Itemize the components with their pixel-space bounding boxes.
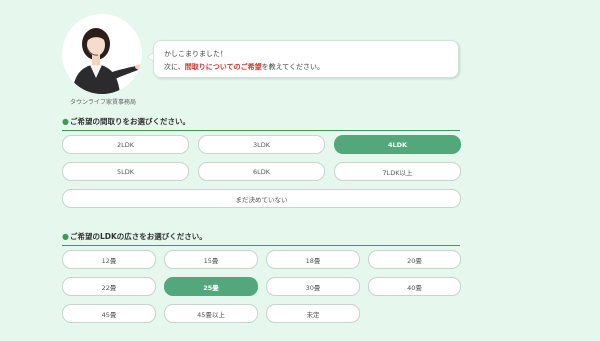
speech-bubble: かしこまりました！ 次に、間取りについてのご希望を教えてください。 — [153, 40, 459, 78]
layout-option-3ldk[interactable]: 3LDK — [198, 135, 325, 154]
size-option-12[interactable]: 12畳 — [62, 250, 156, 269]
agent-caption: タウンライフ家賃事務局 — [69, 99, 136, 106]
pin-icon: ● — [62, 232, 69, 241]
layout-option-5ldk[interactable]: 5LDK — [62, 162, 189, 181]
message-prefix: 次に、 — [164, 63, 185, 71]
size-section-title-text: ご希望のLDKの広さをお選びください。 — [69, 232, 207, 241]
layout-option-4ldk[interactable]: 4LDK — [334, 135, 461, 154]
agent-avatar — [62, 14, 142, 94]
message-suffix: を教えてください。 — [261, 63, 325, 71]
message-line-2: 次に、間取りについてのご希望を教えてください。 — [164, 61, 458, 74]
pin-icon: ● — [62, 117, 69, 126]
size-option-18[interactable]: 18畳 — [266, 250, 360, 269]
layout-section-title-text: ご希望の間取りをお選びください。 — [69, 117, 190, 126]
agent-portrait-image — [72, 28, 142, 94]
size-option-45[interactable]: 45畳 — [62, 304, 156, 323]
layout-option-undecided[interactable]: まだ決めていない — [62, 189, 461, 208]
layout-option-6ldk[interactable]: 6LDK — [198, 162, 325, 181]
size-section-title: ● ご希望のLDKの広さをお選びください。 — [62, 231, 460, 246]
message-emphasis: 間取りについてのご希望 — [184, 63, 262, 71]
size-option-40[interactable]: 40畳 — [368, 277, 461, 296]
message-line-1: かしこまりました！ — [164, 50, 227, 58]
size-option-30[interactable]: 30畳 — [266, 277, 360, 296]
size-option-15[interactable]: 15畳 — [164, 250, 258, 269]
size-option-25[interactable]: 25畳 — [164, 277, 258, 296]
size-option-20[interactable]: 20畳 — [368, 250, 461, 269]
layout-section-title: ● ご希望の間取りをお選びください。 — [62, 116, 460, 131]
size-option-22[interactable]: 22畳 — [62, 277, 156, 296]
layout-option-7ldk-plus[interactable]: 7LDK以上 — [334, 162, 461, 181]
size-option-45-plus[interactable]: 45畳以上 — [164, 304, 258, 323]
size-option-undecided[interactable]: 未定 — [266, 304, 360, 323]
layout-option-2ldk[interactable]: 2LDK — [62, 135, 189, 154]
